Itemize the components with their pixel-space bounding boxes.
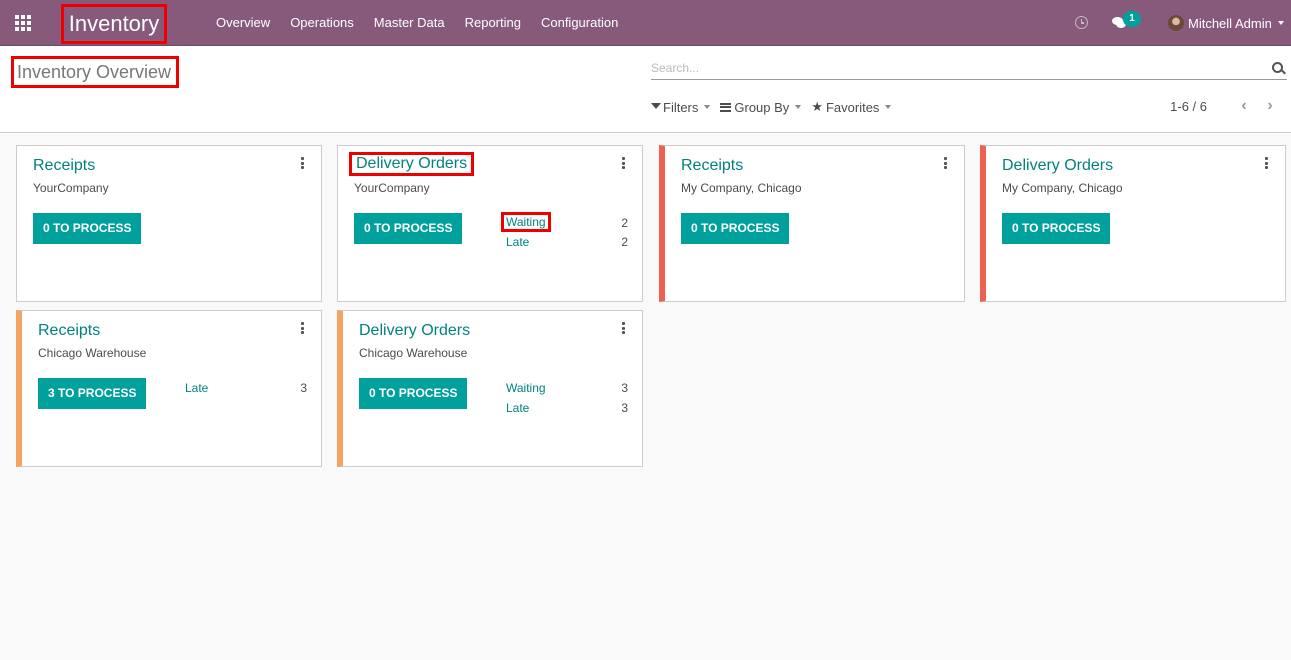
favorites-label: Favorites: [825, 99, 880, 115]
to-process-button[interactable]: 0 TO PROCESS: [359, 378, 468, 409]
activities-clock-icon[interactable]: [1075, 16, 1088, 29]
kanban-card: Receipts My Company, Chicago 0 TO PROCES…: [659, 145, 965, 302]
chevron-down-icon: [1277, 21, 1284, 25]
stat-label-waiting[interactable]: Waiting: [501, 212, 551, 232]
menu-reporting[interactable]: Reporting: [455, 0, 531, 46]
messages-count-badge: 1: [1123, 11, 1141, 27]
menu-operations[interactable]: Operations: [280, 0, 364, 46]
kanban-card: Receipts Chicago Warehouse 3 TO PROCESS …: [16, 310, 322, 467]
kanban-card: Delivery Orders YourCompany 0 TO PROCESS…: [337, 145, 643, 302]
kanban-card: Delivery Orders Chicago Warehouse 0 TO P…: [337, 310, 643, 467]
top-navbar: Inventory Overview Operations Master Dat…: [0, 0, 1291, 46]
kebab-menu-icon[interactable]: [944, 157, 948, 169]
to-process-button[interactable]: 0 TO PROCESS: [33, 213, 142, 244]
card-subtitle: Chicago Warehouse: [38, 346, 147, 360]
menu-configuration[interactable]: Configuration: [531, 0, 628, 46]
stat-label-late[interactable]: Late: [506, 401, 529, 415]
card-title[interactable]: Receipts: [33, 157, 95, 175]
search-input[interactable]: [651, 58, 1251, 78]
chevron-down-icon: [885, 105, 892, 109]
card-title[interactable]: Delivery Orders: [349, 152, 475, 176]
stat-label-late[interactable]: Late: [185, 381, 208, 395]
stat-row: Waiting 3: [506, 381, 628, 399]
stat-row: Waiting 2: [501, 212, 628, 234]
to-process-button[interactable]: 0 TO PROCESS: [354, 213, 463, 244]
stat-row: Late 2: [506, 235, 628, 253]
kebab-menu-icon[interactable]: [622, 322, 626, 334]
pager: 1-6 / 6 ‹ ›: [1170, 98, 1277, 114]
stat-value: 2: [621, 235, 628, 249]
app-title[interactable]: Inventory: [61, 4, 167, 44]
list-icon: [720, 102, 732, 112]
card-subtitle: YourCompany: [354, 181, 430, 195]
user-menu[interactable]: Mitchell Admin: [1168, 0, 1284, 46]
kebab-menu-icon[interactable]: [1265, 157, 1269, 169]
kebab-menu-icon[interactable]: [301, 157, 305, 169]
card-title[interactable]: Receipts: [38, 322, 100, 340]
search-options: Filters Group By ★ Favorites: [651, 99, 892, 115]
stat-value: 3: [621, 381, 628, 395]
to-process-button[interactable]: 0 TO PROCESS: [1002, 213, 1111, 244]
stat-label-late[interactable]: Late: [506, 235, 529, 249]
kanban-card: Receipts YourCompany 0 TO PROCESS: [16, 145, 322, 302]
chevron-down-icon: [795, 105, 802, 109]
stat-value: 3: [300, 381, 307, 395]
page-title: Inventory Overview: [11, 56, 179, 88]
to-process-button[interactable]: 0 TO PROCESS: [681, 213, 790, 244]
chevron-down-icon: [704, 105, 711, 109]
card-subtitle: YourCompany: [33, 181, 109, 195]
stat-row: Late 3: [506, 401, 628, 419]
pager-next-icon[interactable]: ›: [1263, 98, 1277, 114]
card-title[interactable]: Delivery Orders: [1002, 157, 1113, 175]
user-name: Mitchell Admin: [1188, 15, 1272, 31]
menu-overview[interactable]: Overview: [206, 0, 280, 46]
card-subtitle: Chicago Warehouse: [359, 346, 468, 360]
group-by-dropdown[interactable]: Group By: [720, 99, 802, 115]
filter-icon: [651, 103, 661, 109]
filters-label: Filters: [663, 99, 699, 115]
stat-label-waiting[interactable]: Waiting: [506, 381, 546, 395]
kanban-card: Delivery Orders My Company, Chicago 0 TO…: [980, 145, 1286, 302]
stat-value: 3: [621, 401, 628, 415]
card-subtitle: My Company, Chicago: [681, 181, 802, 195]
search-box: [651, 58, 1287, 80]
search-icon[interactable]: [1272, 62, 1283, 73]
filters-dropdown[interactable]: Filters: [651, 99, 711, 115]
card-title[interactable]: Receipts: [681, 157, 743, 175]
pager-value[interactable]: 1-6 / 6: [1170, 99, 1207, 114]
to-process-button[interactable]: 3 TO PROCESS: [38, 378, 147, 409]
pager-previous-icon[interactable]: ‹: [1237, 98, 1251, 114]
stat-value: 2: [621, 216, 628, 230]
menu-master-data[interactable]: Master Data: [364, 0, 455, 46]
kebab-menu-icon[interactable]: [301, 322, 305, 334]
favorites-dropdown[interactable]: ★ Favorites: [811, 99, 892, 115]
apps-menu-icon[interactable]: [15, 15, 33, 31]
card-subtitle: My Company, Chicago: [1002, 181, 1123, 195]
star-icon: ★: [811, 99, 823, 114]
avatar: [1168, 15, 1184, 31]
kebab-menu-icon[interactable]: [622, 157, 626, 169]
main-menu: Overview Operations Master Data Reportin…: [206, 0, 628, 46]
card-title[interactable]: Delivery Orders: [359, 322, 470, 340]
control-panel: Inventory Overview Filters Group By ★ Fa…: [0, 46, 1291, 133]
group-by-label: Group By: [734, 99, 790, 115]
stat-row: Late 3: [185, 381, 307, 399]
